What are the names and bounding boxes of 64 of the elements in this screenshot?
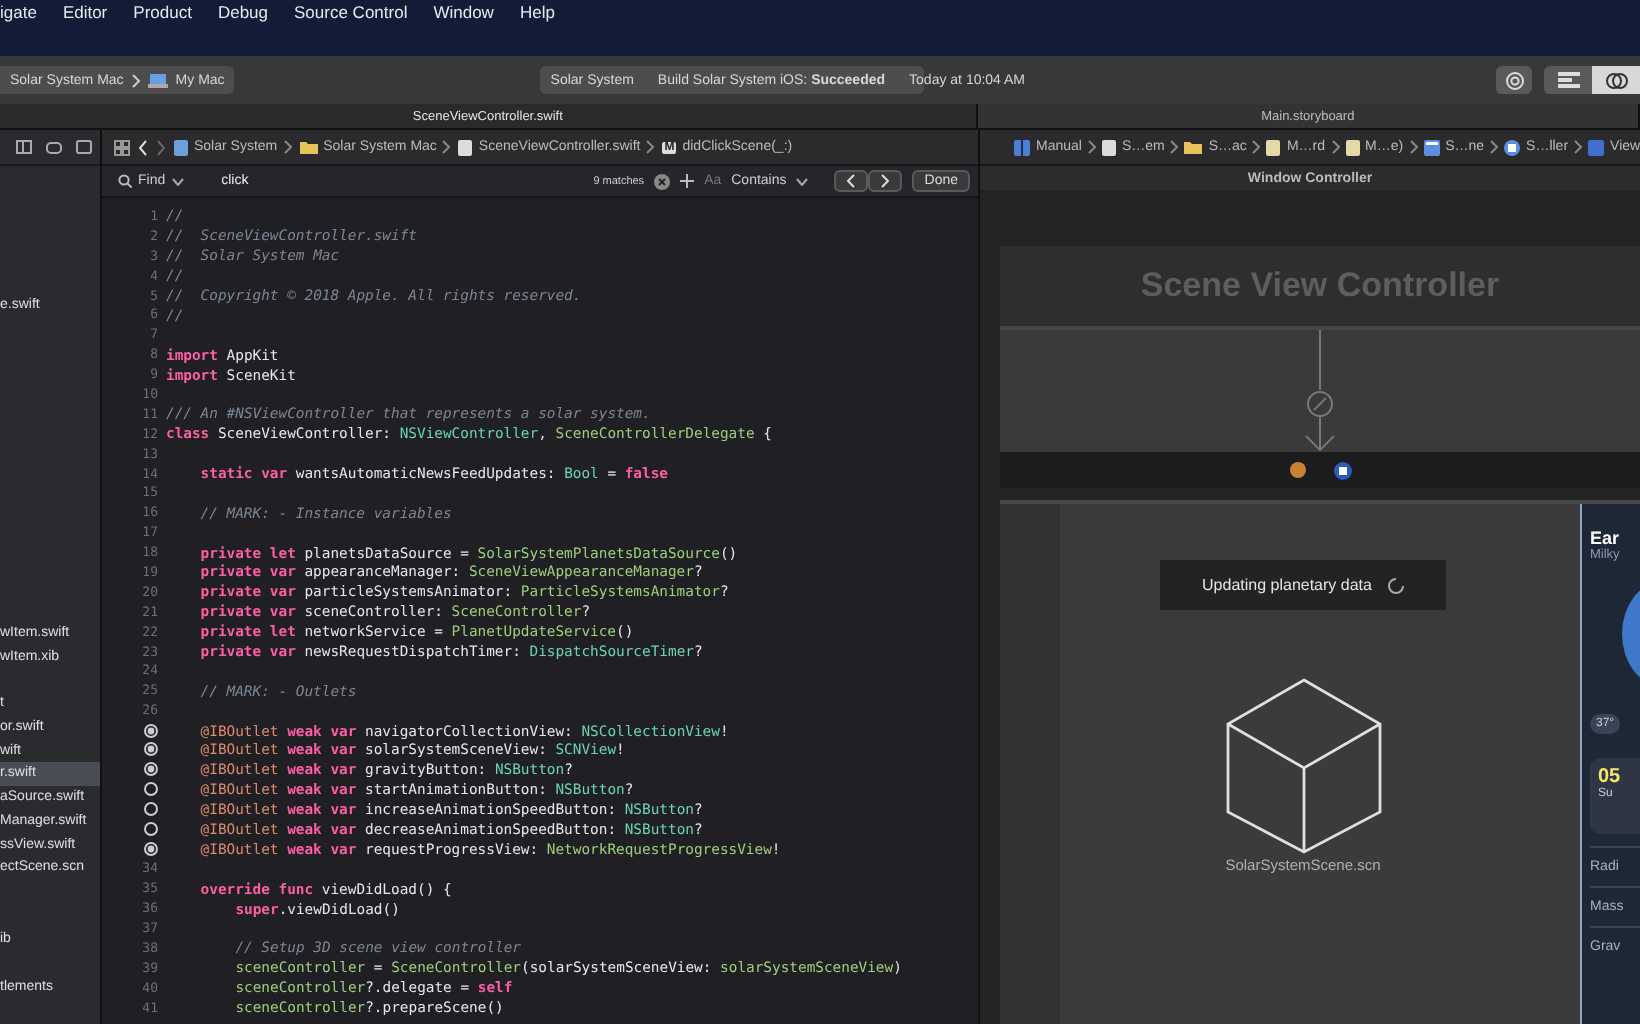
sidebar-icon[interactable] [15, 140, 32, 154]
chevron-icon [646, 140, 655, 154]
document-icon [458, 139, 473, 155]
previous-button[interactable] [834, 170, 869, 192]
tag-icon[interactable] [45, 141, 62, 153]
chevron-icon [1490, 140, 1499, 154]
chevron-icon [442, 140, 451, 154]
chevron-icon [283, 140, 292, 154]
chevron-icon [846, 174, 857, 188]
menu-item[interactable]: Product [133, 2, 192, 22]
toolbar-button[interactable] [1544, 66, 1592, 94]
circle-icon [1289, 462, 1305, 478]
outlet-icon[interactable] [144, 723, 158, 738]
document-icon [1266, 139, 1281, 155]
window-icon [1423, 139, 1440, 155]
card-value: 05 [1598, 766, 1623, 788]
chevron-icon [1409, 140, 1418, 154]
outlet-icon[interactable] [144, 802, 158, 817]
outlet-icon[interactable] [144, 782, 158, 797]
outlet-icon[interactable] [144, 742, 158, 757]
document-icon [1345, 139, 1359, 155]
message-icon[interactable] [76, 140, 93, 154]
search-icon [118, 174, 132, 188]
square-icon [1504, 139, 1521, 155]
laptop-icon [147, 73, 168, 87]
outlet-icon[interactable] [144, 841, 158, 856]
dropdown-icon [796, 177, 809, 185]
grid-icon[interactable] [114, 139, 130, 155]
chevron-icon [1087, 140, 1096, 154]
menu-item[interactable]: Editor [62, 2, 108, 22]
menu-item[interactable]: Help [519, 2, 555, 22]
chevron-icon [131, 73, 140, 87]
plus-icon[interactable] [680, 174, 695, 188]
folder-icon [299, 140, 318, 154]
menu-item[interactable]: Debug [217, 2, 269, 22]
chevron-icon [1252, 140, 1261, 154]
circle-icon [1505, 71, 1523, 89]
document-icon [1101, 139, 1116, 155]
menu-item[interactable]: Window [433, 2, 494, 22]
dropdown-icon [171, 177, 184, 185]
square-icon [1333, 461, 1351, 479]
document-icon [174, 139, 188, 155]
spinner-icon [1387, 577, 1404, 593]
menu-item[interactable]: igate [0, 2, 37, 22]
rings-icon [1605, 71, 1627, 89]
clear-icon[interactable] [654, 173, 671, 189]
back-icon[interactable] [138, 139, 148, 155]
outlet-icon[interactable] [144, 762, 158, 777]
view-icon [1588, 139, 1605, 155]
next-button[interactable] [868, 170, 903, 192]
planet-title: Ear [1590, 528, 1622, 548]
lines-icon [1557, 72, 1579, 88]
chevron-icon [1574, 140, 1583, 154]
chevron-icon [1331, 140, 1339, 154]
cube-icon [1223, 676, 1383, 856]
chevron-icon [880, 174, 891, 188]
columns-icon [1014, 139, 1030, 155]
chevron-icon [1170, 140, 1179, 154]
menu-item[interactable]: Source Control [294, 2, 408, 22]
status-text: Updating planetary data [1202, 576, 1372, 594]
outlet-icon[interactable] [144, 822, 158, 837]
toolbar-button[interactable] [1496, 66, 1532, 94]
folder-icon [1184, 140, 1203, 154]
toolbar-button[interactable] [1592, 66, 1640, 94]
